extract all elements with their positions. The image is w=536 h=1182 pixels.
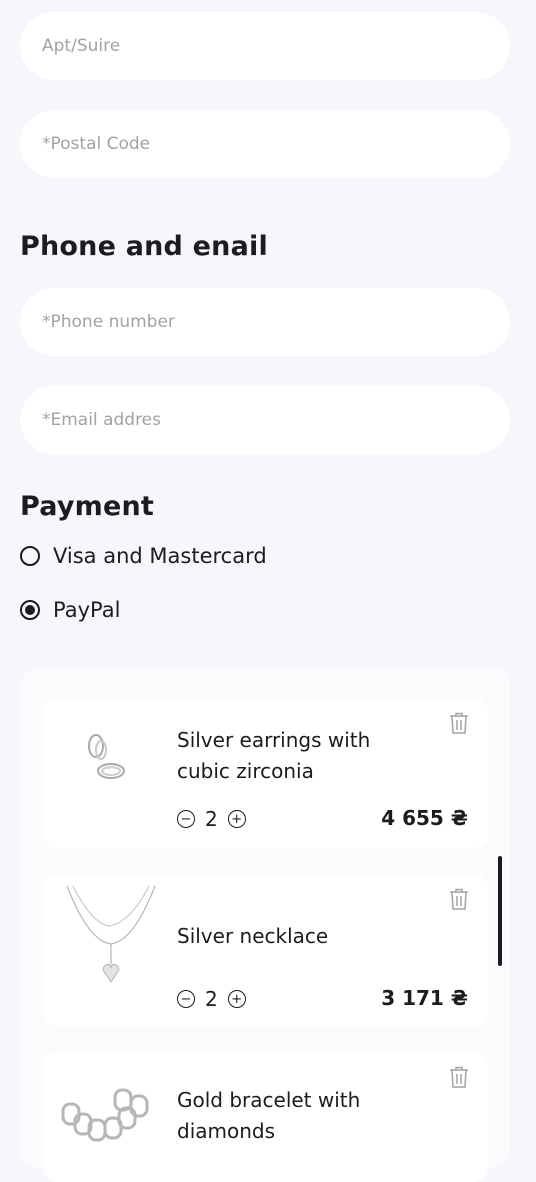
quantity-stepper[interactable]: − 2 +: [177, 987, 246, 1011]
item-price: 4 655 ₴: [381, 806, 468, 830]
product-name-line: cubic zirconia: [177, 759, 314, 783]
radio-unselected-icon[interactable]: [20, 546, 40, 566]
necklace-image: [66, 885, 156, 983]
trash-icon[interactable]: [449, 888, 469, 910]
payment-option-visa[interactable]: Visa and Mastercard: [20, 544, 267, 568]
scrollbar[interactable]: [498, 856, 502, 966]
product-name-line: diamonds: [177, 1119, 276, 1143]
decrease-button[interactable]: −: [177, 810, 195, 828]
payment-option-label: Visa and Mastercard: [53, 544, 267, 568]
email-input[interactable]: [20, 386, 510, 454]
quantity-stepper[interactable]: − 2 +: [177, 807, 246, 831]
product-name-line: Silver earrings with: [177, 728, 371, 752]
product-name-line: Silver necklace: [177, 924, 329, 948]
trash-icon[interactable]: [449, 1066, 469, 1088]
product-name: Gold bracelet with diamonds: [177, 1085, 360, 1147]
item-price: 3 171 ₴: [381, 986, 468, 1010]
quantity-value: 2: [205, 987, 218, 1011]
quantity-value: 2: [205, 807, 218, 831]
phone-email-heading: Phone and enail: [20, 231, 268, 262]
increase-button[interactable]: +: [227, 990, 246, 1008]
cart-item: Gold bracelet with diamonds: [43, 1052, 488, 1182]
postal-code-input[interactable]: [20, 110, 510, 178]
decrease-button[interactable]: −: [177, 990, 195, 1008]
cart-item: Silver necklace − 2 + 3 171 ₴: [43, 874, 488, 1026]
bracelet-image: [61, 1088, 149, 1142]
product-name: Silver earrings with cubic zirconia: [177, 725, 370, 787]
earrings-image: [88, 734, 125, 779]
payment-option-paypal[interactable]: PayPal: [20, 598, 120, 622]
radio-selected-icon[interactable]: [20, 600, 40, 620]
product-name: Silver necklace: [177, 921, 328, 952]
product-name-line: Gold bracelet with: [177, 1088, 361, 1112]
phone-number-input[interactable]: [20, 288, 510, 356]
cart-item: Silver earrings with cubic zirconia − 2 …: [43, 698, 488, 848]
trash-icon[interactable]: [449, 712, 469, 734]
payment-heading: Payment: [20, 491, 155, 522]
increase-button[interactable]: +: [227, 810, 246, 828]
payment-option-label: PayPal: [53, 598, 121, 622]
apt-suite-input[interactable]: [20, 12, 510, 80]
